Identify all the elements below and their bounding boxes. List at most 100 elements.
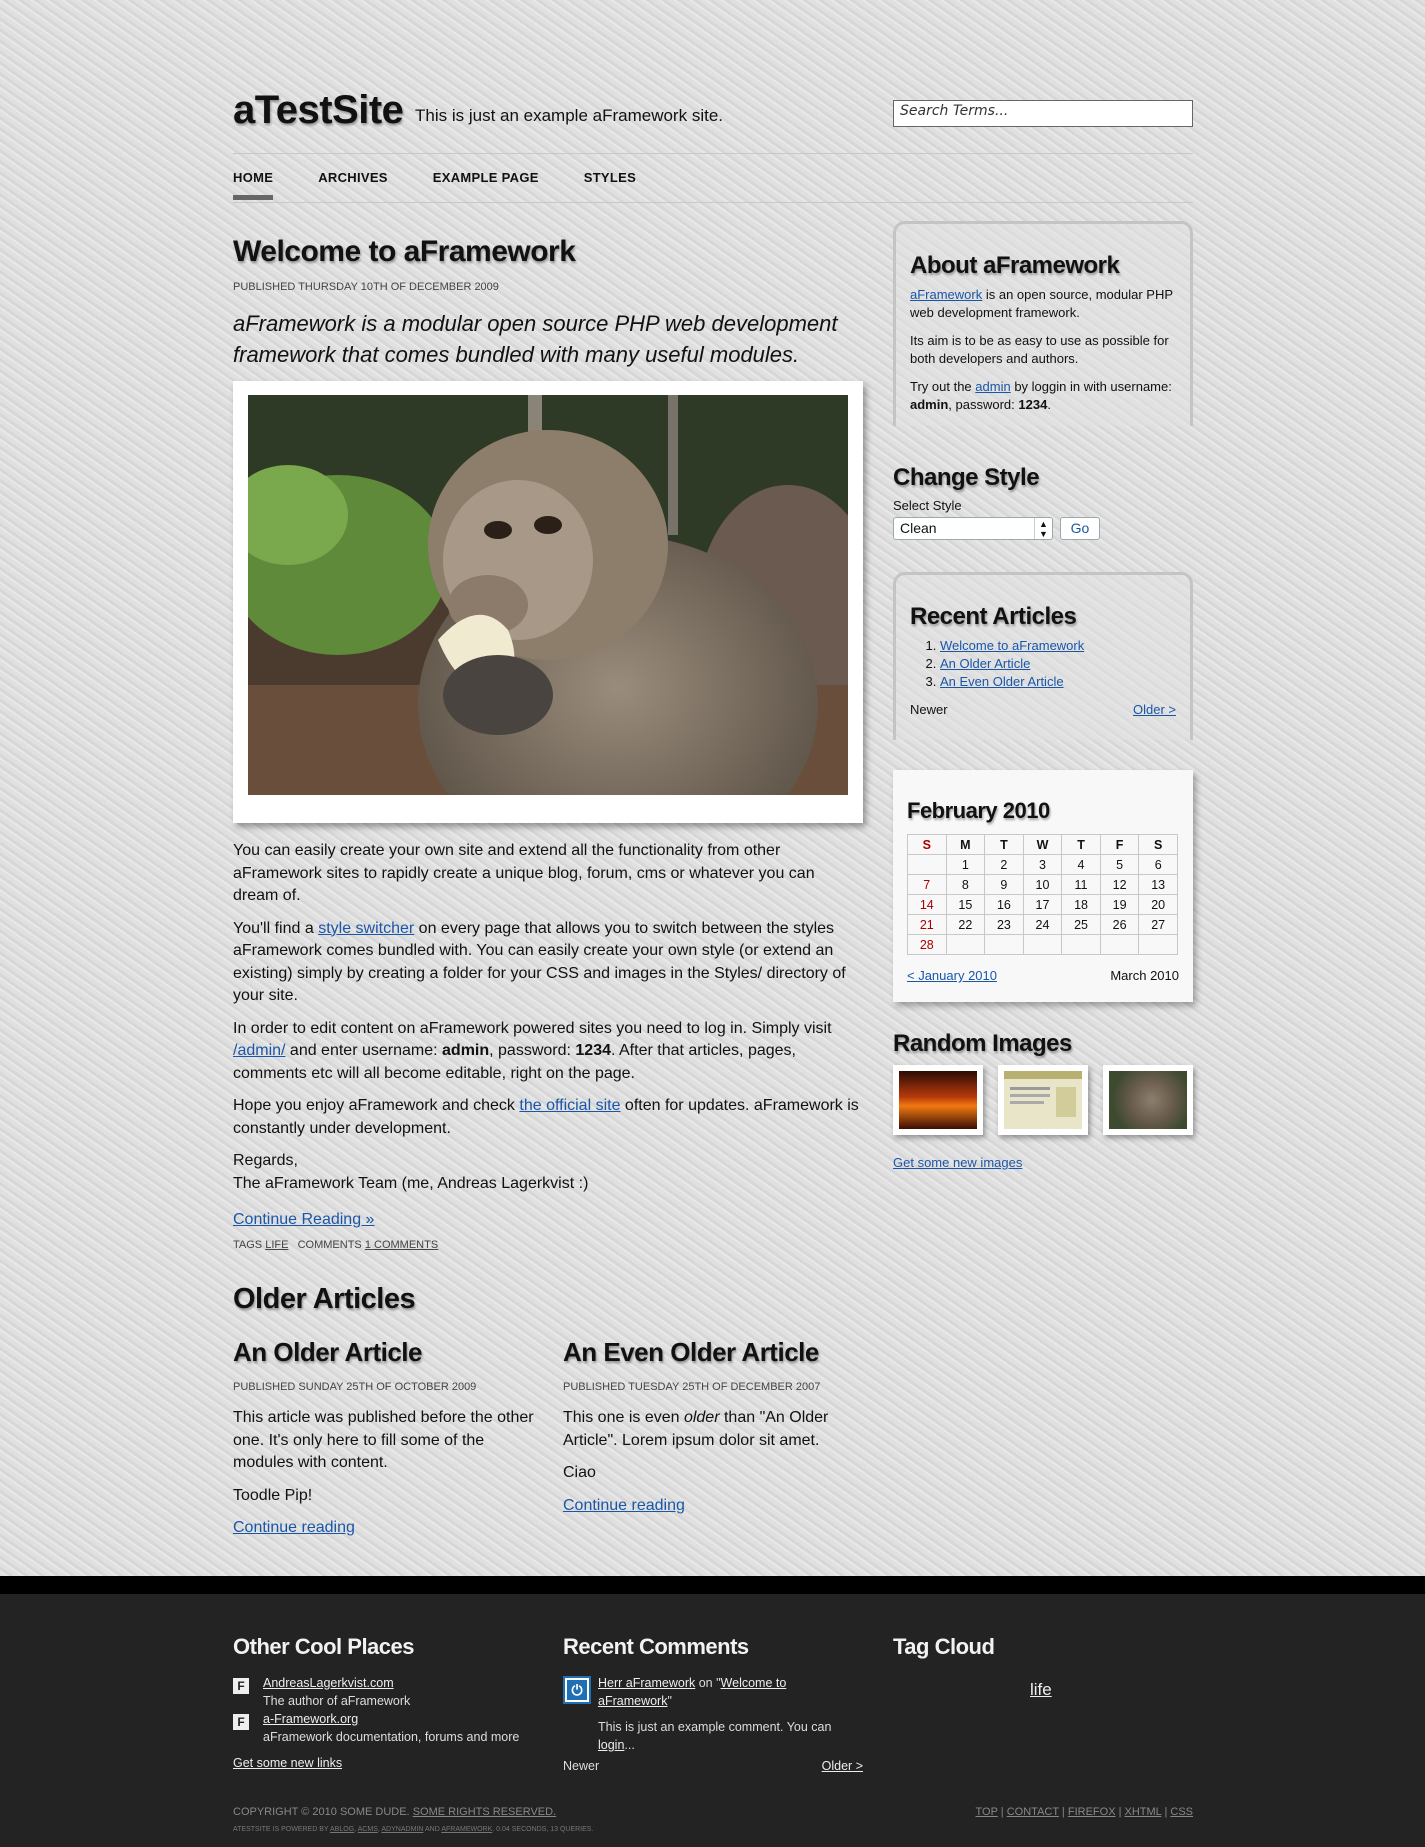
calendar-prev-link[interactable]: < January 2010 [907,967,997,985]
calendar-day-header: W [1022,834,1063,855]
calendar-day-cell: 26 [1099,914,1140,935]
calendar-day-cell [984,934,1024,955]
list-item: Welcome to aFramework [940,637,1176,655]
tag-life-link[interactable]: LIFE [265,1239,288,1251]
select-arrows-icon: ▲ ▼ [1034,518,1052,539]
password: 1234 [575,1042,611,1059]
go-button[interactable]: Go [1060,517,1100,540]
calendar-box: February 2010 SMTWTFS 1 2 3 4 5 6 7 8 9 10 11 12 13 1… [893,770,1193,1002]
calendar-day-cell: 15 [945,894,986,915]
cool-place-link[interactable]: AndreasLagerkvist.com [263,1676,394,1690]
text: You'll find a [233,919,319,937]
style-select[interactable]: Clean ▲ ▼ [893,517,1053,540]
calendar-week-row: 28 [907,934,1178,955]
powered-link[interactable]: AFRAMEWORK [441,1826,492,1833]
older-article-title[interactable]: An Older Article [233,1337,543,1368]
text: " [667,1694,672,1708]
favicon-icon: F [233,1678,249,1694]
powered-link[interactable]: ADYNADMIN [381,1826,423,1833]
text: In order to edit content on aFramework p… [233,1019,832,1037]
password: 1234 [1018,397,1048,412]
calendar-day-header: F [1099,834,1140,855]
text: older [683,1409,720,1426]
official-site-link[interactable]: the official site [519,1097,620,1114]
older-article-continue-link[interactable]: Continue reading [563,1497,685,1514]
continue-reading-link[interactable]: Continue Reading » [233,1211,374,1228]
calendar-day-header: T [1061,834,1101,855]
footer-link-contact[interactable]: CONTACT [1007,1806,1059,1818]
article-title[interactable]: Welcome to aFramework [233,235,576,269]
aframework-link[interactable]: aFramework [910,287,982,302]
footer-links: TOP | CONTACT | FIREFOX | XHTML | CSS [975,1806,1193,1818]
cool-place-link[interactable]: a-Framework.org [263,1712,358,1726]
site-title[interactable]: aTestSite [233,88,404,133]
powered-link[interactable]: ACMS [358,1826,378,1833]
new-images-link[interactable]: Get some new images [893,1154,1022,1172]
calendar-title: February 2010 [907,798,1050,823]
tag-cloud-link[interactable]: life [1030,1680,1052,1700]
older-link[interactable]: Older > [1133,701,1176,719]
calendar-day-cell: 16 [984,894,1024,915]
older-article-title[interactable]: An Even Older Article [563,1337,863,1368]
random-image-1[interactable] [893,1065,983,1135]
recent-article-link[interactable]: An Older Article [940,656,1030,671]
calendar-week-row: 21 22 23 24 25 26 27 [907,914,1178,935]
calendar-day-cell [1061,934,1101,955]
calendar-day-cell: 25 [1061,914,1101,935]
text: Try out the [910,379,976,394]
newer-label: Newer [910,702,948,717]
list-item: An Even Older Article [940,673,1176,691]
nav-example-page[interactable]: EXAMPLE PAGE [433,170,539,200]
random-image-2[interactable] [998,1065,1088,1135]
older-articles-heading: Older Articles [233,1283,416,1315]
search-input[interactable]: Search Terms... [893,100,1193,127]
article-intro: aFramework is a modular open source PHP … [233,311,838,367]
recent-article-link[interactable]: An Even Older Article [940,674,1064,689]
calendar-day-cell: 27 [1138,914,1178,935]
calendar-day-cell: 28 [907,934,947,955]
powered-link[interactable]: ABLOG [330,1826,354,1833]
older-link[interactable]: Older > [822,1757,863,1775]
style-select-value: Clean [900,520,937,536]
recent-articles-box: Recent Articles Welcome to aFramework An… [893,572,1193,740]
username: admin [442,1042,490,1059]
footer-link-top[interactable]: TOP [976,1806,998,1818]
article-image-frame [233,381,863,823]
about-title: About aFramework [910,252,1120,279]
recent-comments-title: Recent Comments [563,1634,749,1659]
style-switcher-link[interactable]: style switcher [318,920,414,937]
footer-link-css[interactable]: CSS [1170,1806,1193,1818]
rights-link[interactable]: SOME RIGHTS RESERVED. [413,1806,556,1818]
nav-home[interactable]: HOME [233,170,274,200]
monkey-photo-icon [248,395,848,795]
calendar-day-cell: 10 [1022,874,1063,895]
random-image-3[interactable] [1103,1065,1193,1135]
recent-article-link[interactable]: Welcome to aFramework [940,638,1084,653]
calendar-header-row: SMTWTFS [907,834,1178,855]
footer-link-xhtml[interactable]: XHTML [1125,1806,1162,1818]
cool-places-title: Other Cool Places [233,1634,415,1659]
random-images-title: Random Images [893,1030,1072,1057]
article-tags: TAGS LIFE COMMENTS 1 COMMENTS [233,1239,438,1251]
calendar-day-cell: 8 [945,874,986,895]
nav-archives[interactable]: ARCHIVES [318,170,388,200]
text: This is just an example comment. You can [598,1720,832,1734]
footer-link-firefox[interactable]: FIREFOX [1068,1806,1116,1818]
cool-place-item: AndreasLagerkvist.com The author of aFra… [263,1674,410,1710]
calendar-day-cell: 7 [907,874,947,895]
text: and enter username: [285,1042,443,1059]
comment-author-link[interactable]: Herr aFramework [598,1676,695,1690]
older-article: An Even Older Article PUBLISHED TUESDAY … [563,1337,863,1527]
nav-styles[interactable]: STYLES [584,170,636,200]
older-article-continue-link[interactable]: Continue reading [233,1519,355,1536]
calendar-day-header: M [945,834,986,855]
about-paragraph: aFramework is an open source, modular PH… [910,286,1176,322]
new-links-link[interactable]: Get some new links [233,1754,342,1772]
calendar-day-header: T [984,834,1024,855]
admin-link[interactable]: admin [975,379,1010,394]
login-link[interactable]: login [598,1738,624,1752]
calendar-day-cell: 18 [1061,894,1101,915]
admin-link[interactable]: /admin/ [233,1042,285,1059]
comments-pager: Newer Older > [563,1757,863,1775]
comments-link[interactable]: 1 COMMENTS [365,1239,438,1251]
